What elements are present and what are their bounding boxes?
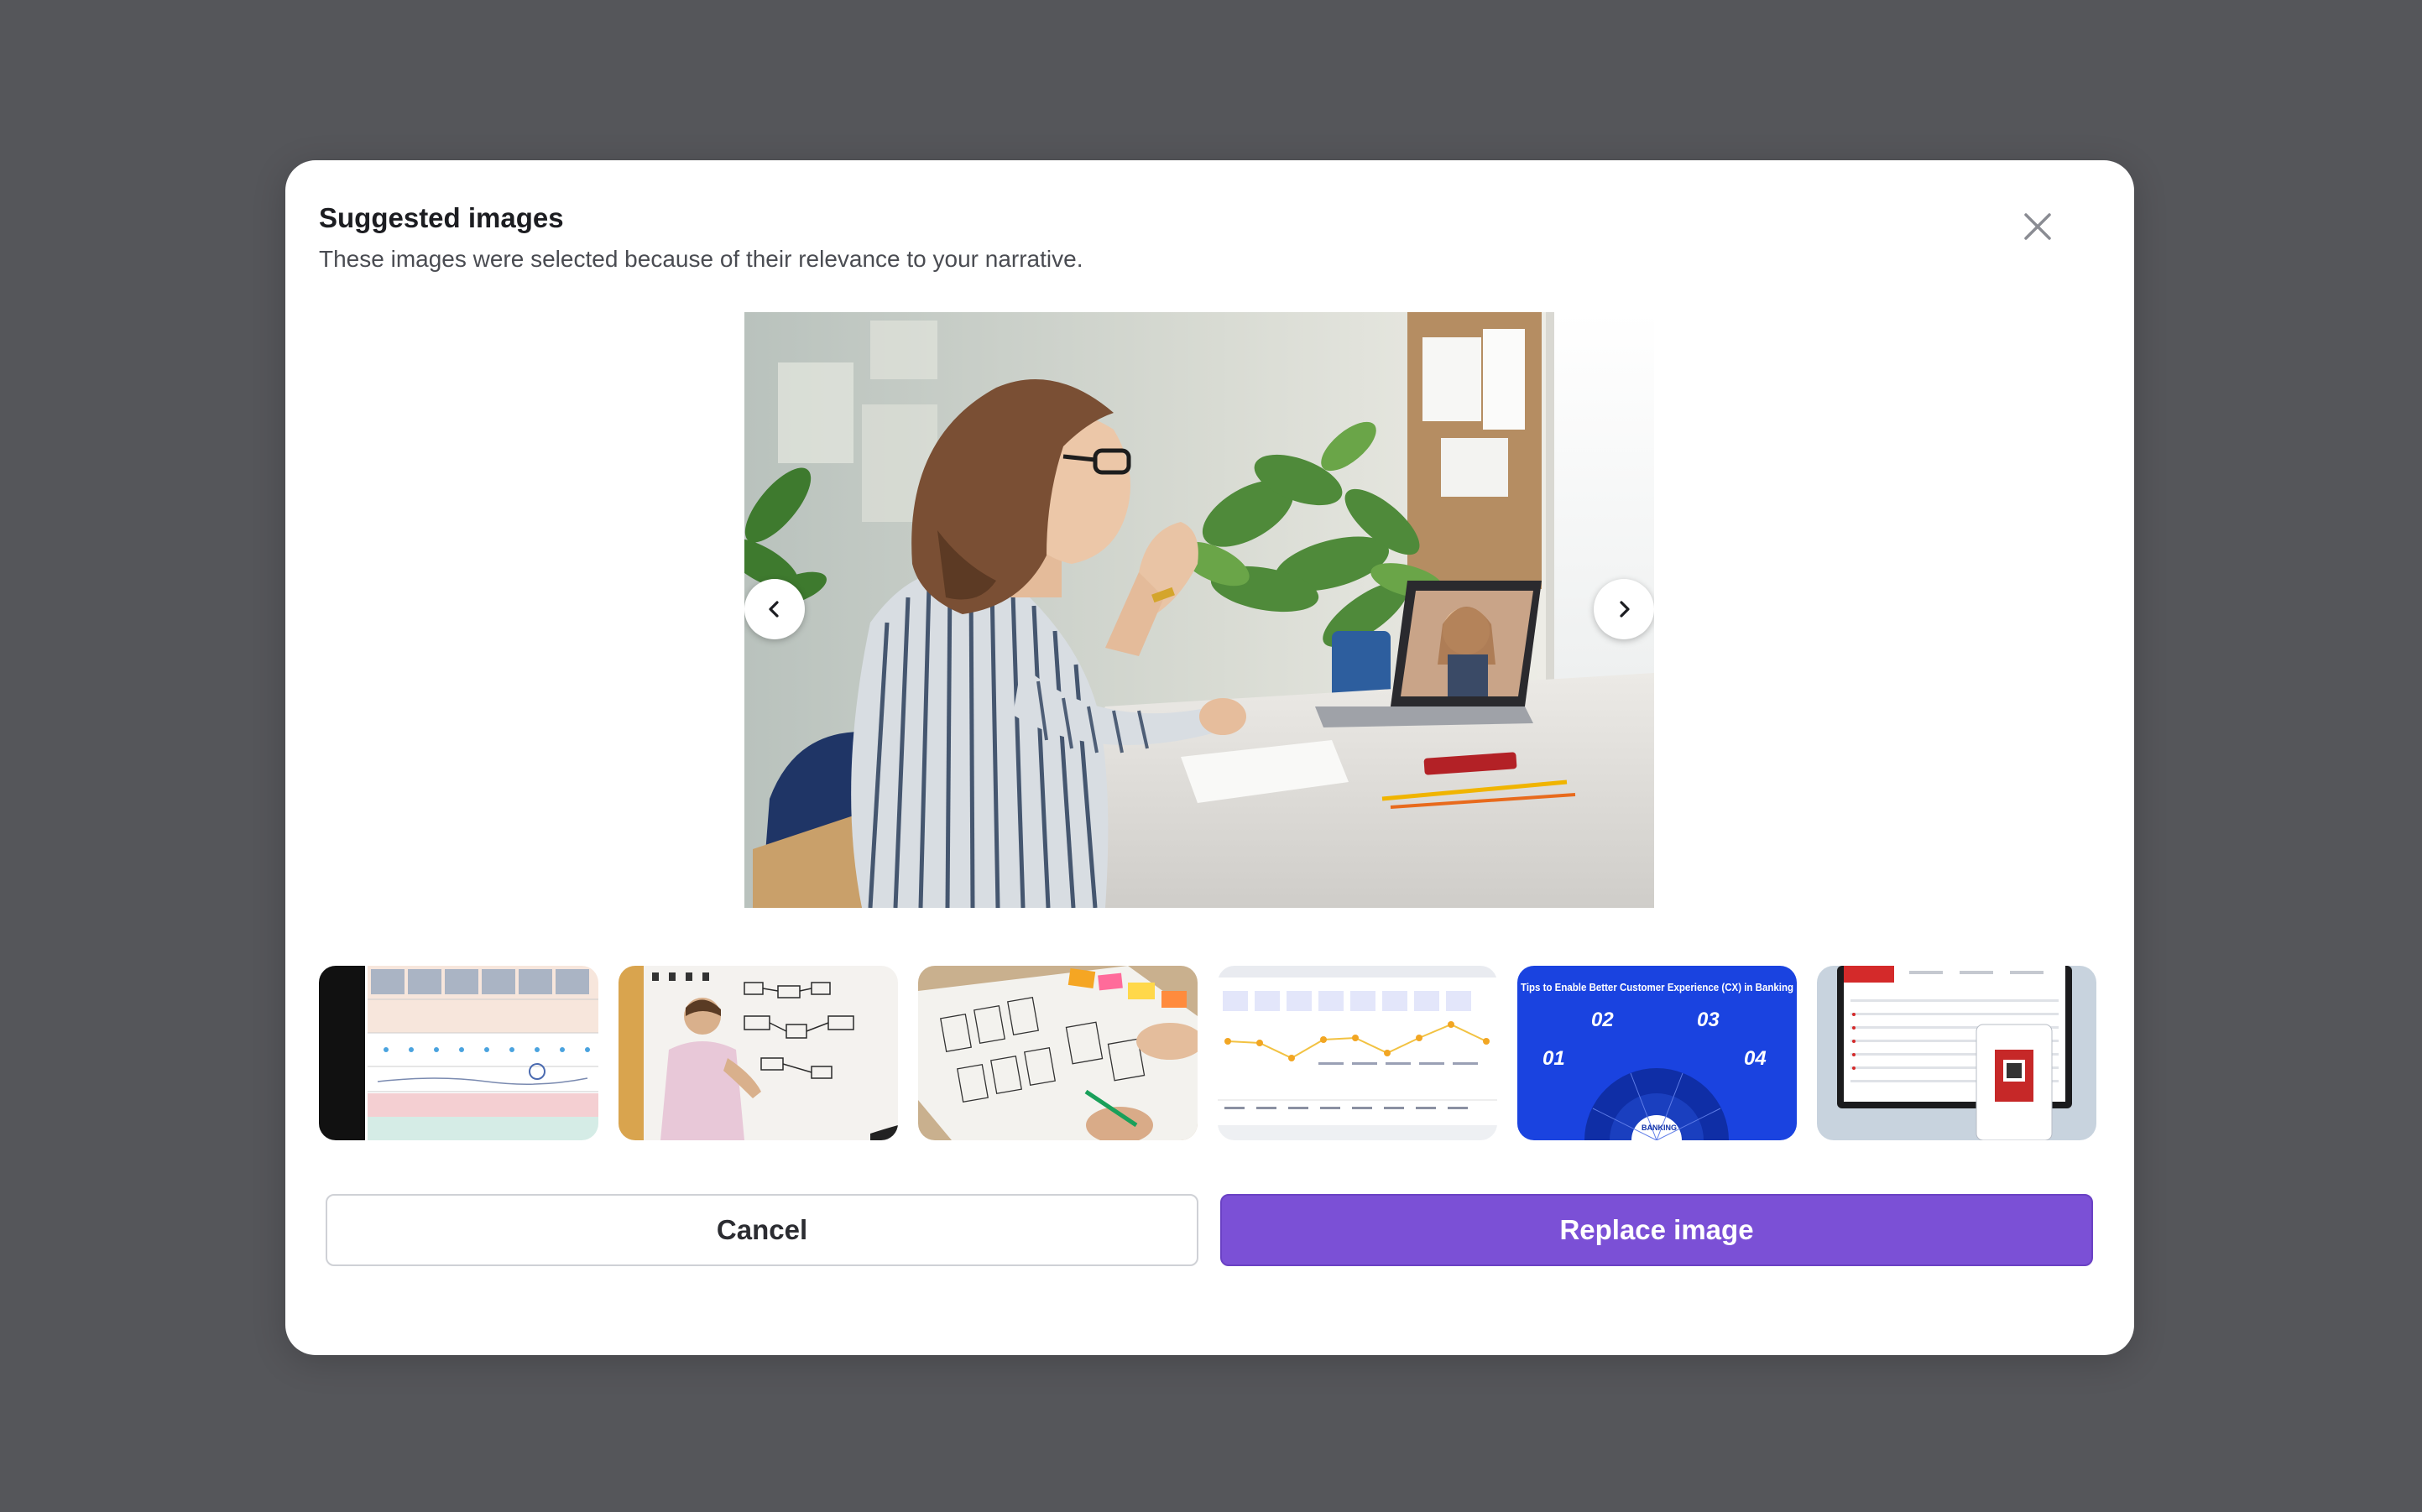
infographic-step-02: 02 [1591, 1009, 1614, 1031]
carousel-next-button[interactable] [1594, 579, 1654, 639]
infographic-step-04: 04 [1744, 1047, 1767, 1070]
infographic-banking-label: BANKING [1642, 1124, 1677, 1132]
infographic-title: Tips to Enable Better Customer Experienc… [1521, 981, 1793, 993]
infographic-step-01: 01 [1542, 1047, 1565, 1070]
suggested-images-modal: Suggested images These images were selec… [285, 160, 2134, 1355]
modal-subtitle: These images were selected because of th… [319, 246, 1083, 272]
chevron-right-icon [1620, 601, 1630, 618]
main-preview-image [744, 312, 1654, 908]
chevron-left-icon [769, 601, 779, 618]
cancel-button[interactable]: Cancel [326, 1194, 1198, 1266]
modal-title: Suggested images [319, 202, 564, 233]
replace-image-button[interactable]: Replace image [1220, 1194, 2093, 1266]
thumbnail-banking-cx-infographic[interactable]: Tips to Enable Better Customer Experienc… [1517, 966, 1797, 1140]
thumbnail-journey-map[interactable] [1218, 966, 1497, 1140]
thumbnail-whiteboard-sketching[interactable] [619, 966, 898, 1140]
thumbnail-dashboard-mockup[interactable] [1817, 966, 2096, 1140]
close-icon [2024, 213, 2051, 240]
thumbnail-wireframe-sketches[interactable] [918, 966, 1198, 1140]
thumbnail-strip: Tips to Enable Better Customer Experienc… [319, 966, 2096, 1140]
close-button[interactable] [2014, 203, 2061, 250]
thumbnail-video-call-storyboard[interactable] [319, 966, 598, 1140]
infographic-step-03: 03 [1697, 1009, 1720, 1031]
carousel-prev-button[interactable] [744, 579, 805, 639]
